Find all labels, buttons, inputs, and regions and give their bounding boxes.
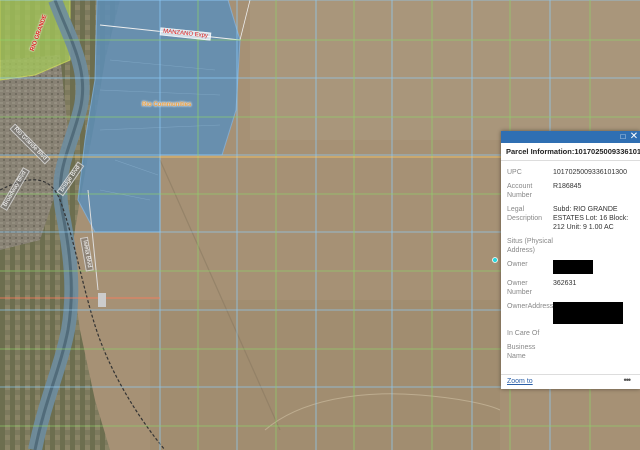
- redacted-block: [553, 260, 593, 274]
- attribute-row: Legal Description Subd: RIO GRANDE ESTATE…: [507, 205, 636, 232]
- attribute-value: [553, 237, 636, 255]
- attribute-key: Account Number: [507, 183, 533, 199]
- more-actions-button[interactable]: •••: [624, 375, 632, 385]
- attribute-value: R186845: [553, 183, 582, 190]
- popup-footer: Zoom to •••: [501, 374, 640, 389]
- attribute-key: UPC: [507, 169, 522, 176]
- attribute-row: UPC 1017025009336101300: [507, 168, 636, 177]
- desert-darker: [150, 300, 500, 450]
- attribute-key: In Care Of: [507, 330, 540, 337]
- attribute-key: Situs (Physical Address): [507, 238, 553, 254]
- attribute-value: [553, 343, 636, 361]
- facility-building: [98, 293, 106, 307]
- attribute-value: 362631: [553, 280, 577, 287]
- attribute-key: Owner Number: [507, 280, 532, 296]
- maximize-icon[interactable]: □: [618, 131, 628, 143]
- label-rio-communities: Rio Communities: [142, 102, 192, 108]
- attribute-value: [553, 260, 636, 274]
- attribute-value: Subd: RIO GRANDE ESTATES Lot: 16 Block: …: [553, 206, 629, 231]
- attribute-value: [553, 329, 636, 338]
- attribute-key: Legal Description: [507, 206, 543, 222]
- redacted-block: [553, 302, 623, 324]
- attribute-value: 1017025009336101300: [553, 169, 627, 176]
- parcel-info-popup: □ ✕ Parcel Information:10170250093361013…: [501, 131, 640, 389]
- attribute-key: Business Name: [507, 344, 536, 360]
- attribute-row: Account Number R186845: [507, 182, 636, 200]
- attribute-row: Business Name: [507, 343, 636, 361]
- attribute-row: OwnerAddress: [507, 302, 636, 324]
- close-icon[interactable]: ✕: [629, 131, 639, 143]
- attribute-key: OwnerAddress: [507, 303, 554, 310]
- attribute-row: Owner Number 362631: [507, 279, 636, 297]
- selected-parcel-marker[interactable]: [492, 257, 498, 263]
- popup-header-bar: □ ✕: [501, 131, 640, 143]
- attribute-row: Situs (Physical Address): [507, 237, 636, 255]
- attribute-row: In Care Of: [507, 329, 636, 338]
- popup-title: Parcel Information:1017025009336101300: [501, 143, 640, 161]
- attribute-key: Owner: [507, 261, 528, 268]
- attribute-row: Owner: [507, 260, 636, 274]
- attribute-value: [553, 302, 636, 324]
- popup-body: UPC 1017025009336101300 Account Number R186…: [501, 161, 640, 361]
- zoom-to-link[interactable]: Zoom to: [507, 378, 533, 385]
- desert-light: [250, 0, 640, 140]
